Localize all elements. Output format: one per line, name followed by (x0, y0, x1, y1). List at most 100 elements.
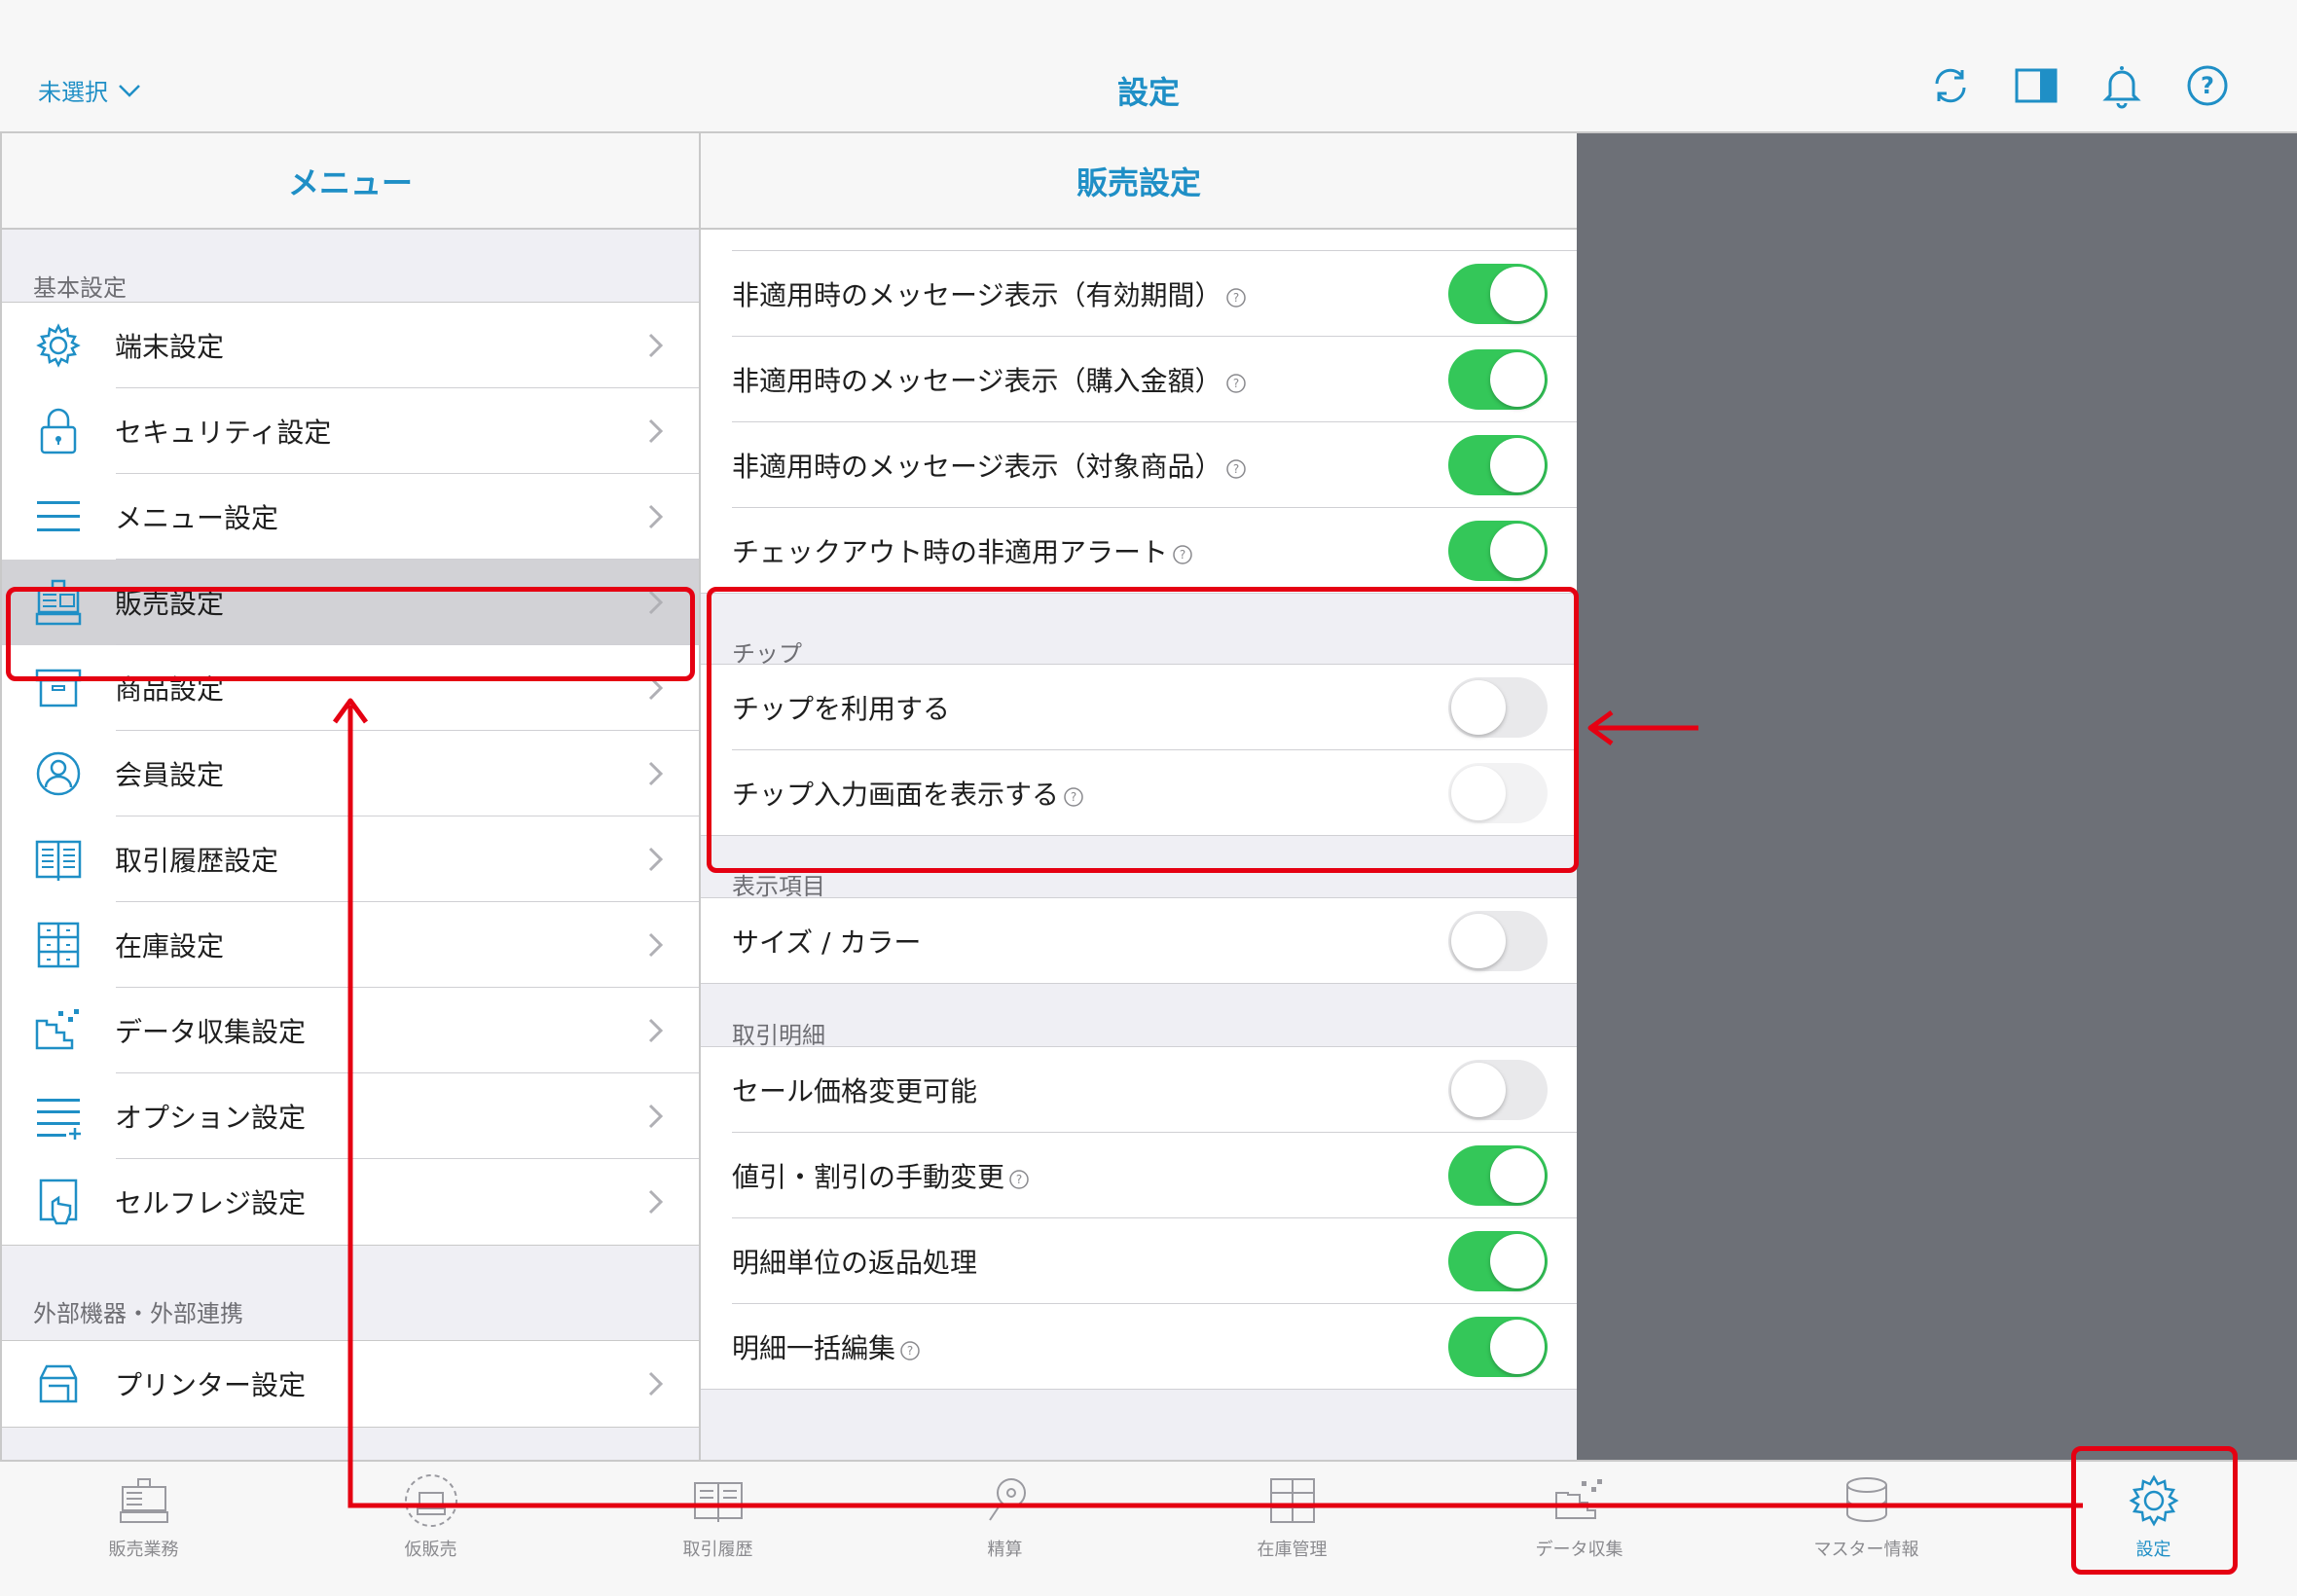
help-icon[interactable]: ? (1008, 1169, 1030, 1190)
toggle-knob (1490, 523, 1545, 578)
setting-label-text: 非適用時のメッセージ表示（対象商品） (732, 451, 1222, 483)
tab-label: マスター情報 (1813, 1540, 1919, 1560)
detail-title: 販売設定 (701, 133, 1577, 230)
menu-item-inventory[interactable]: 在庫設定 (2, 902, 699, 988)
tab-label: 仮販売 (404, 1540, 457, 1560)
tab-inventory[interactable]: 在庫管理 (1148, 1462, 1436, 1596)
bell-icon[interactable] (2098, 62, 2145, 109)
toggle[interactable] (1448, 1145, 1548, 1206)
svg-text:?: ? (1233, 377, 1239, 390)
section-basic-label: 基本設定 (33, 274, 127, 302)
setting-label: サイズ / カラー (732, 922, 1448, 961)
setting-label-text: 値引・割引の手動変更 (732, 1161, 1005, 1193)
gear-icon (36, 323, 81, 368)
setting-row: 非適用時のメッセージ表示（対象商品）? (701, 422, 1577, 508)
help-icon[interactable]: ? (899, 1340, 921, 1361)
menu-item-label: セルフレジ設定 (115, 1187, 307, 1219)
selfreg-icon (39, 1179, 78, 1225)
sync-icon[interactable] (1927, 62, 1974, 109)
highlight-sales-menu (6, 587, 695, 681)
lock-icon (40, 408, 77, 454)
setting-row: 非適用時のメッセージ表示（購入金額）? (701, 337, 1577, 422)
split-view-icon[interactable] (2013, 62, 2060, 109)
menu-item-menu[interactable]: メニュー設定 (2, 474, 699, 560)
menu-item-option[interactable]: オプション設定 (2, 1073, 699, 1159)
chevron-right-icon (648, 1104, 664, 1129)
svg-text:?: ? (1233, 291, 1239, 305)
toggle[interactable] (1448, 435, 1548, 495)
person-icon (36, 751, 81, 796)
help-icon[interactable]: ? (1172, 544, 1193, 565)
chevron-right-icon (648, 1189, 664, 1215)
toggle[interactable] (1448, 910, 1548, 971)
setting-row: 明細一括編集? (701, 1304, 1577, 1390)
toggle-knob (1451, 1063, 1506, 1117)
toggle-knob (1490, 352, 1545, 407)
setting-row: 非適用時のメッセージ表示（有効期間）? (701, 251, 1577, 337)
menu-item-label: プリンター設定 (115, 1369, 307, 1401)
toggle-knob (1490, 1319, 1545, 1374)
toggle[interactable] (1448, 520, 1548, 581)
setting-label-text: 明細単位の返品処理 (732, 1247, 978, 1279)
tab-history[interactable]: 取引履歴 (574, 1462, 861, 1596)
svg-text:?: ? (1180, 548, 1185, 562)
menu-item-history[interactable]: 取引履歴設定 (2, 816, 699, 902)
toggle-knob (1490, 1148, 1545, 1203)
toggle[interactable] (1448, 264, 1548, 324)
menu-item-label: 在庫設定 (115, 930, 225, 962)
tab-sales[interactable]: 販売業務 (0, 1462, 287, 1596)
tab-temp-sale[interactable]: 仮販売 (287, 1462, 574, 1596)
toggle[interactable] (1448, 1060, 1548, 1120)
toggle-knob (1490, 438, 1545, 492)
menu-item-data-collection[interactable]: データ収集設定 (2, 988, 699, 1073)
menu-item-label: セキュリティ設定 (115, 417, 332, 449)
chevron-right-icon (648, 504, 664, 529)
setting-row: 明細単位の返品処理 (701, 1218, 1577, 1304)
toggle[interactable] (1448, 1316, 1548, 1377)
help-icon[interactable]: ? (1225, 458, 1247, 480)
list-icon (37, 501, 80, 531)
svg-text:?: ? (907, 1344, 913, 1358)
menu-external-group: プリンター設定 (2, 1340, 699, 1428)
settle-icon (988, 1478, 1026, 1521)
menu-item-printer[interactable]: プリンター設定 (2, 1341, 699, 1427)
tab-label: 精算 (987, 1540, 1023, 1560)
toggle-knob (1490, 267, 1545, 321)
setting-label: セール価格変更可能 (732, 1070, 1448, 1109)
chevron-right-icon (648, 1371, 664, 1396)
printer-icon (39, 1364, 78, 1403)
svg-text:?: ? (1016, 1173, 1022, 1186)
data-icon (35, 1009, 79, 1050)
menu-item-self-register[interactable]: セルフレジ設定 (2, 1159, 699, 1245)
menu-item-label: 取引履歴設定 (115, 845, 279, 877)
menu-basic-group: 端末設定 セキュリティ設定 メニュー設定 販売設定 商品設定 会員設定 取引履歴… (2, 302, 699, 1246)
help-icon[interactable]: ? (2184, 62, 2231, 109)
menu-item-label: オプション設定 (115, 1102, 307, 1134)
chevron-right-icon (648, 1018, 664, 1043)
tab-master[interactable]: マスター情報 (1723, 1462, 2010, 1596)
toggle[interactable] (1448, 349, 1548, 410)
data-icon (1554, 1479, 1602, 1519)
chevron-right-icon (648, 761, 664, 786)
menu-item-security[interactable]: セキュリティ設定 (2, 388, 699, 474)
tab-data-collection[interactable]: データ収集 (1436, 1462, 1723, 1596)
setting-label-text: サイズ / カラー (732, 925, 922, 959)
help-icon[interactable]: ? (1225, 287, 1247, 308)
setting-row: サイズ / カラー (701, 898, 1577, 984)
menu-item-member[interactable]: 会員設定 (2, 731, 699, 816)
toggle[interactable] (1448, 1231, 1548, 1291)
help-icon[interactable]: ? (1225, 373, 1247, 394)
tab-settlement[interactable]: 精算 (861, 1462, 1148, 1596)
menu-item-terminal[interactable]: 端末設定 (2, 303, 699, 388)
book-icon (35, 840, 82, 881)
section-external-label: 外部機器・外部連携 (33, 1300, 243, 1327)
tab-label: 在庫管理 (1257, 1540, 1328, 1560)
shelves-icon (1269, 1478, 1315, 1523)
menu-item-label: 端末設定 (115, 331, 225, 363)
setting-label: 値引・割引の手動変更? (732, 1156, 1448, 1195)
setting-label: 非適用時のメッセージ表示（有効期間）? (732, 274, 1448, 313)
setting-label-text: チェックアウト時の非適用アラート (732, 535, 1169, 568)
highlight-settings-tab (2071, 1446, 2238, 1575)
tab-label: 販売業務 (108, 1540, 179, 1560)
setting-label-text: 明細一括編集 (732, 1331, 896, 1364)
